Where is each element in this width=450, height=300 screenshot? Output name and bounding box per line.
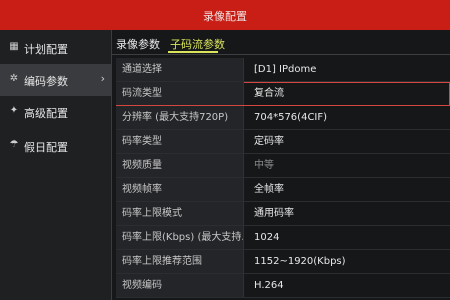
active-tab-indicator — [168, 51, 218, 53]
sliders-icon: ✦ — [9, 105, 19, 116]
row-bitrate-recommend: 码率上限推荐范围 1152~1920(Kbps) — [116, 250, 450, 274]
param-label: 码率类型 — [116, 130, 244, 153]
sidebar: ▦ 计划配置 ✲ 编码参数 › ✦ 高级配置 ☂ 假日配置 — [0, 30, 112, 300]
bitrate-type-select[interactable]: 定码率 — [248, 130, 450, 153]
sidebar-item-label: 假日配置 — [24, 141, 68, 154]
bitrate-cap-input[interactable]: 1024 — [248, 226, 450, 249]
title-bar: 录像配置 — [0, 0, 450, 30]
param-label: 视频质量 — [116, 154, 244, 177]
param-label: 码率上限推荐范围 — [116, 250, 244, 273]
row-resolution: 分辨率 (最大支持720P) 704*576(4CIF) — [116, 106, 450, 130]
param-label: 通道选择 — [116, 58, 244, 81]
row-video-quality: 视频质量 中等 — [116, 154, 450, 178]
tab-record-params[interactable]: 录像参数 — [116, 36, 160, 52]
sidebar-item-label: 编码参数 — [24, 75, 68, 88]
tab-substream-params[interactable]: 子码流参数 — [170, 36, 225, 52]
frame-rate-select[interactable]: 全帧率 — [248, 178, 450, 201]
window-title: 录像配置 — [203, 10, 247, 23]
param-label: 分辨率 (最大支持720P) — [116, 106, 244, 129]
row-bitrate-cap: 码率上限(Kbps) (最大支持... 1024 — [116, 226, 450, 250]
row-video-codec: 视频编码 H.264 — [116, 274, 450, 298]
row-frame-rate: 视频帧率 全帧率 — [116, 178, 450, 202]
chevron-right-icon: › — [100, 72, 105, 85]
sidebar-item-label: 计划配置 — [24, 43, 68, 56]
calendar-icon: ▦ — [9, 41, 19, 52]
umbrella-icon: ☂ — [9, 139, 19, 150]
row-bitrate-type: 码率类型 定码率 — [116, 130, 450, 154]
gear-icon: ✲ — [9, 73, 19, 84]
param-label: 码率上限(Kbps) (最大支持... — [116, 226, 244, 249]
param-label: 码率上限模式 — [116, 202, 244, 225]
row-stream-type: 码流类型 复合流 — [116, 82, 450, 106]
tab-bar: 录像参数 子码流参数 — [112, 30, 450, 55]
sidebar-item-holiday[interactable]: ☂ 假日配置 — [0, 130, 111, 162]
param-label: 视频帧率 — [116, 178, 244, 201]
row-bitrate-cap-mode: 码率上限模式 通用码率 — [116, 202, 450, 226]
sidebar-item-encoding[interactable]: ✲ 编码参数 › — [0, 64, 111, 96]
channel-select[interactable]: [D1] IPdome — [248, 58, 450, 81]
resolution-select[interactable]: 704*576(4CIF) — [248, 106, 450, 129]
sidebar-item-advanced[interactable]: ✦ 高级配置 — [0, 96, 111, 128]
bitrate-cap-mode-select[interactable]: 通用码率 — [248, 202, 450, 225]
sidebar-item-label: 高级配置 — [24, 107, 68, 120]
row-channel: 通道选择 [D1] IPdome — [116, 58, 450, 82]
main-panel: 录像参数 子码流参数 通道选择 [D1] IPdome 码流类型 复合流 分辨率… — [112, 30, 450, 300]
bitrate-recommend-value: 1152~1920(Kbps) — [254, 256, 346, 267]
video-codec-select[interactable]: H.264 — [248, 274, 450, 297]
param-label: 视频编码 — [116, 274, 244, 297]
sidebar-item-schedule[interactable]: ▦ 计划配置 — [0, 32, 111, 64]
stream-type-select[interactable]: 复合流 — [248, 82, 450, 105]
video-quality-select[interactable]: 中等 — [248, 154, 450, 177]
param-table: 通道选择 [D1] IPdome 码流类型 复合流 分辨率 (最大支持720P)… — [116, 58, 450, 298]
param-label: 码流类型 — [116, 82, 244, 105]
